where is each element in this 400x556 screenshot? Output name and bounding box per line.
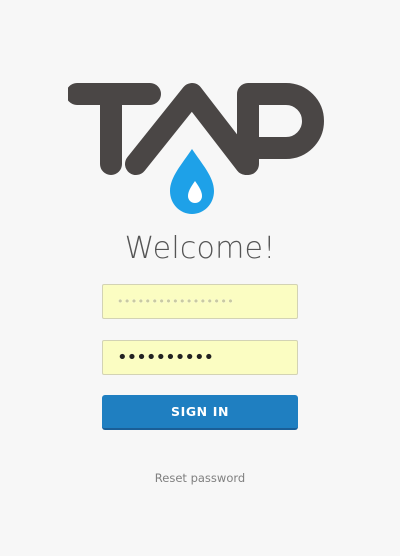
tap-logo [68,78,332,220]
sign-in-button[interactable]: SIGN IN [102,395,298,430]
username-input[interactable] [102,284,298,319]
water-drop-icon [170,149,214,214]
tap-logo-mark [68,83,324,214]
welcome-heading: Welcome! [124,231,276,266]
password-input[interactable] [102,340,298,375]
reset-password-link[interactable]: Reset password [0,471,400,485]
